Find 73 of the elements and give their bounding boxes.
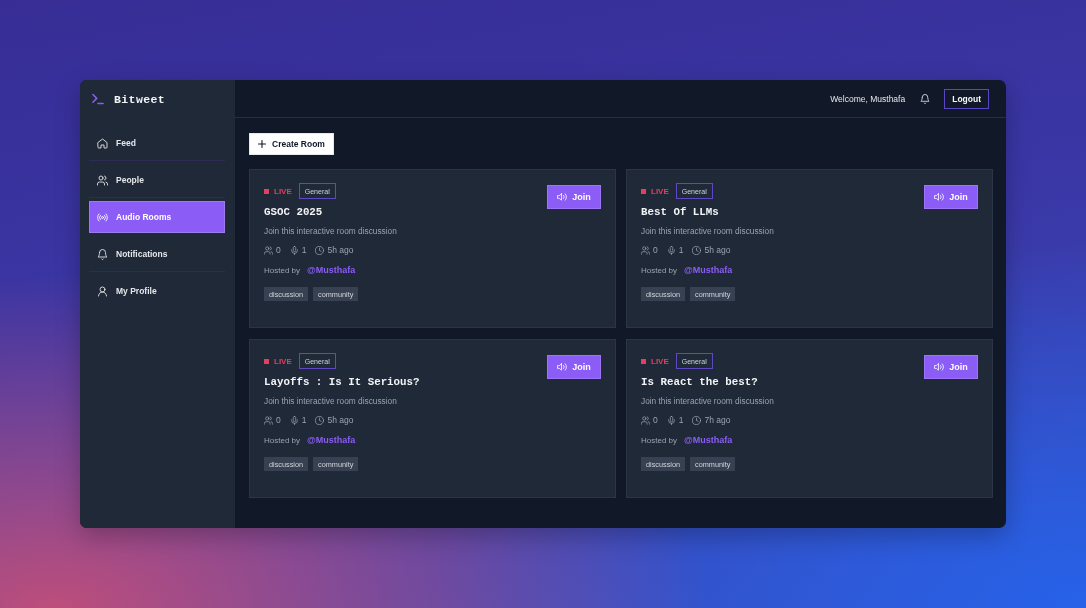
bell-icon: [97, 248, 108, 260]
live-label: LIVE: [651, 356, 669, 366]
room-title: GSOC 2025: [264, 205, 323, 219]
join-button[interactable]: Join: [924, 355, 978, 379]
microphone-icon: [289, 415, 299, 425]
clock-icon: [315, 415, 325, 425]
listener-count: 0: [653, 245, 658, 255]
speaker-icon: [557, 192, 568, 202]
hosted-by-label: Hosted by: [641, 435, 678, 445]
join-button[interactable]: Join: [924, 185, 978, 209]
terminal-icon: [91, 92, 105, 106]
host-link[interactable]: @Musthafa: [684, 265, 733, 275]
room-description: Join this interactive room discussion: [641, 226, 774, 237]
sidebar-item[interactable]: People: [89, 164, 225, 196]
welcome-text: Welcome, Musthafa: [830, 93, 906, 104]
speaker-count: 1: [678, 415, 684, 425]
live-square-icon: [641, 188, 646, 194]
speaker-icon: [557, 362, 568, 372]
room-description: Join this interactive room discussion: [264, 396, 397, 407]
live-square-icon: [264, 188, 269, 194]
people-icon: [641, 245, 650, 255]
join-button[interactable]: Join: [547, 185, 601, 209]
clock-icon: [315, 245, 325, 255]
live-label: LIVE: [651, 186, 669, 196]
speaker-icon: [934, 362, 945, 372]
time-ago: 7h ago: [704, 415, 731, 425]
time-ago: 5h ago: [704, 245, 731, 255]
speaker-count: 1: [301, 415, 307, 425]
logout-button[interactable]: Logout: [944, 88, 989, 109]
room-description: Join this interactive room discussion: [264, 226, 397, 237]
listener-count: 0: [653, 415, 658, 425]
host-link[interactable]: @Musthafa: [307, 435, 356, 445]
room-title: Is React the best?: [641, 375, 758, 389]
hosted-by-label: Hosted by: [264, 435, 301, 445]
clock-icon: [692, 415, 702, 425]
clock-icon: [692, 245, 702, 255]
microphone-icon: [666, 415, 676, 425]
plus-icon: [258, 140, 266, 148]
time-ago: 5h ago: [327, 245, 354, 255]
people-icon: [264, 245, 273, 255]
brand-name: Bitweet: [114, 92, 166, 106]
speaker-icon: [934, 192, 945, 202]
join-button[interactable]: Join: [547, 355, 601, 379]
room-title: Layoffs : Is It Serious?: [264, 375, 420, 389]
listener-count: 0: [276, 245, 281, 255]
create-room-button[interactable]: Create Room: [249, 133, 334, 155]
host-link[interactable]: @Musthafa: [307, 265, 356, 275]
time-ago: 5h ago: [327, 415, 354, 425]
people-icon: [97, 174, 108, 186]
sidebar-item[interactable]: Notifications: [89, 238, 225, 270]
microphone-icon: [289, 245, 299, 255]
home-icon: [97, 137, 108, 149]
live-square-icon: [641, 358, 646, 364]
people-icon: [264, 415, 273, 425]
room-description: Join this interactive room discussion: [641, 396, 774, 407]
person-icon: [97, 285, 108, 297]
host-link[interactable]: @Musthafa: [684, 435, 733, 445]
broadcast-icon: [97, 211, 108, 223]
room-title: Best Of LLMs: [641, 205, 719, 219]
live-label: LIVE: [274, 356, 292, 366]
sidebar-item[interactable]: Audio Rooms: [89, 201, 225, 233]
bell-icon: [920, 93, 931, 104]
hosted-by-label: Hosted by: [264, 265, 301, 275]
people-icon: [641, 415, 650, 425]
speaker-count: 1: [301, 245, 307, 255]
sidebar-item[interactable]: My Profile: [89, 275, 225, 307]
live-label: LIVE: [274, 186, 292, 196]
speaker-count: 1: [678, 245, 684, 255]
live-square-icon: [264, 358, 269, 364]
sidebar-item[interactable]: Feed: [89, 127, 225, 159]
microphone-icon: [666, 245, 676, 255]
hosted-by-label: Hosted by: [641, 265, 678, 275]
listener-count: 0: [276, 415, 281, 425]
